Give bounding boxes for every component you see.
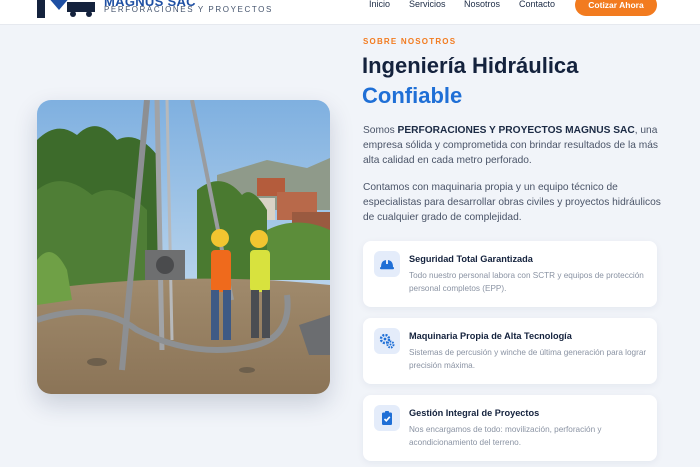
nav-link-contacto[interactable]: Contacto [519,0,555,9]
hard-hat-icon [374,251,400,277]
nav-link-nosotros[interactable]: Nosotros [464,0,500,9]
feature-title: Seguridad Total Garantizada [409,254,533,264]
company-name: PERFORACIONES Y PROYECTOS MAGNUS SAC [397,125,635,136]
feature-title: Gestión Integral de Proyectos [409,408,540,418]
drilling-site-photo [37,100,330,394]
logo-icon[interactable] [37,0,97,18]
quote-button[interactable]: Cotizar Ahora [575,0,657,16]
nav-link-inicio[interactable]: Inicio [369,0,390,9]
intro-paragraph: Somos PERFORACIONES Y PROYECTOS MAGNUS S… [363,123,663,168]
team-paragraph: Contamos con maquinaria propia y un equi… [363,182,661,223]
feature-card-management: Gestión Integral de Proyectos Nos encarg… [363,395,657,461]
feature-description: Nos encargamos de todo: movilización, pe… [409,425,602,447]
clipboard-check-icon [374,405,400,431]
feature-card-machinery: Maquinaria Propia de Alta Tecnología Sis… [363,318,657,384]
section-eyebrow: SOBRE NOSOTROS [363,37,457,46]
section-title-line2: Confiable [362,83,463,108]
feature-title: Maquinaria Propia de Alta Tecnología [409,331,572,341]
site-header: MAGNUS SAC PERFORACIONES Y PROYECTOS Ini… [0,0,700,25]
intro-prefix: Somos [363,125,398,136]
gears-icon [374,328,400,354]
feature-card-safety: Seguridad Total Garantizada Todo nuestro… [363,241,657,307]
feature-description: Todo nuestro personal labora con SCTR y … [409,271,644,293]
nav-link-servicios[interactable]: Servicios [409,0,446,9]
brand-tagline: PERFORACIONES Y PROYECTOS [104,5,273,14]
section-title-line1: Ingeniería Hidráulica [362,53,579,78]
feature-description: Sistemas de percusión y winche de última… [409,348,647,370]
